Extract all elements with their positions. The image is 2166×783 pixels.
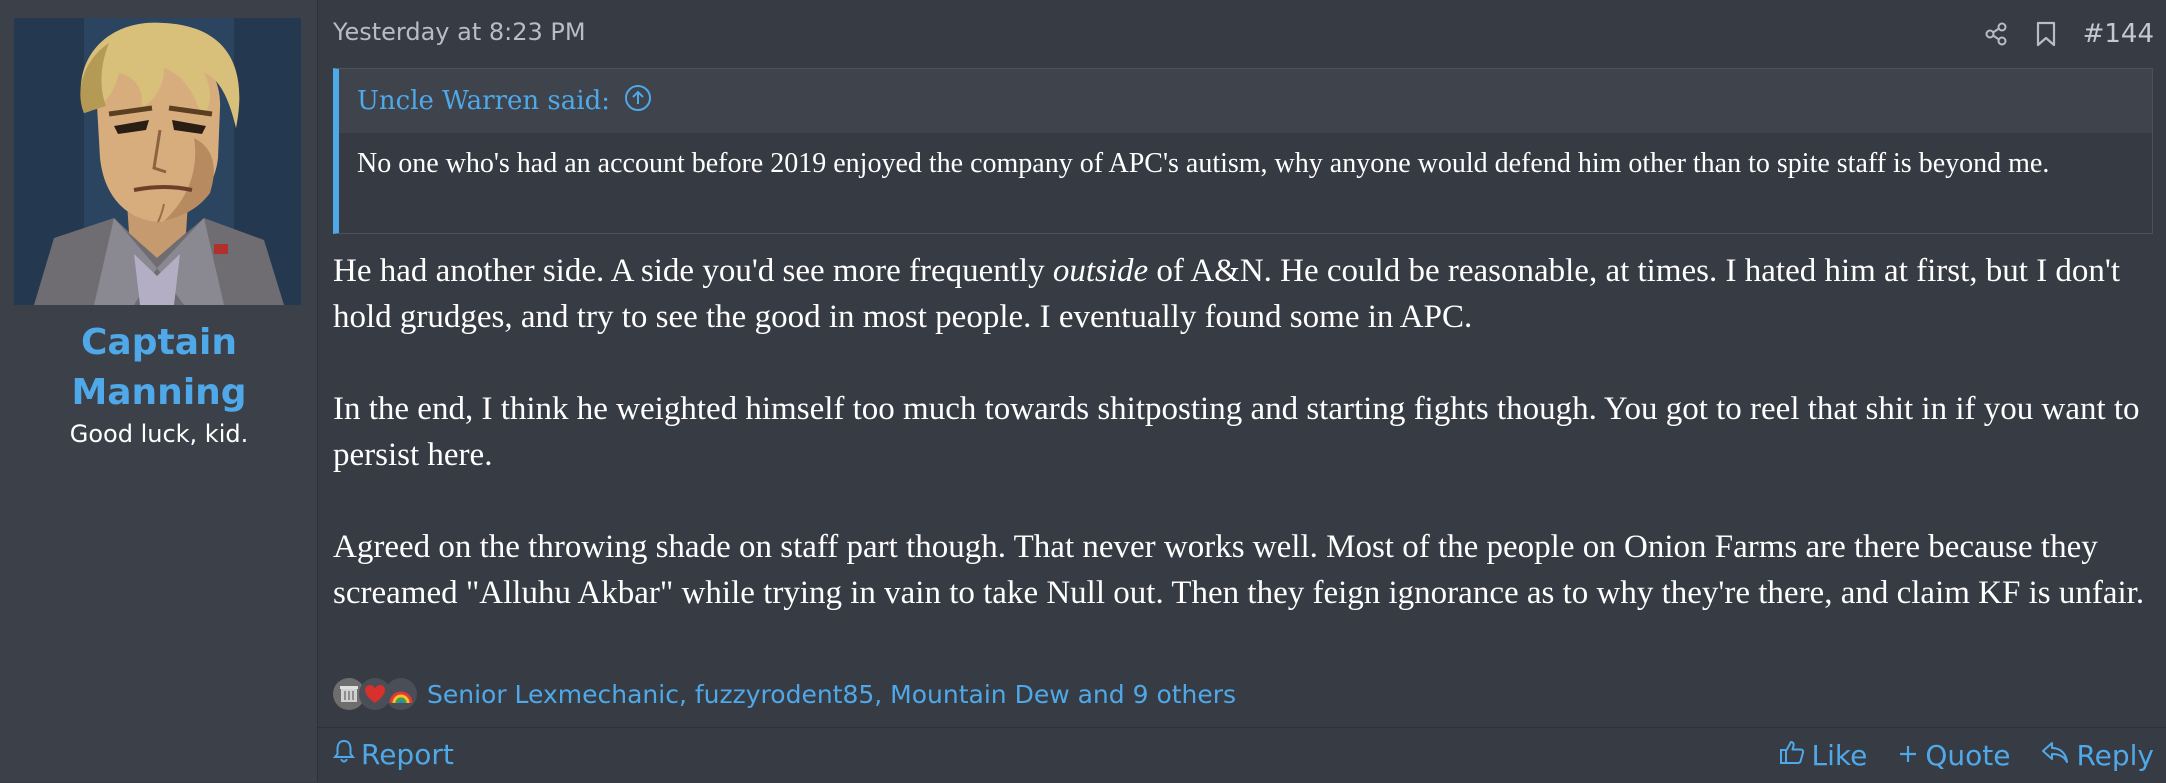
username-line-1[interactable]: Captain: [0, 318, 318, 368]
rainbow-icon[interactable]: [385, 678, 417, 710]
quote-block: Uncle Warren said: No one who's had an a…: [333, 68, 2153, 234]
reaction-users-link[interactable]: Senior Lexmechanic, fuzzyrodent85, Mount…: [421, 680, 1236, 709]
post-actions-right: Like Quote Reply: [1778, 738, 2154, 773]
like-label[interactable]: Like: [1812, 739, 1868, 772]
bookmark-icon[interactable]: [2035, 20, 2057, 48]
username-line-2[interactable]: Manning: [0, 368, 318, 418]
quote-author[interactable]: Uncle Warren said:: [357, 86, 610, 116]
thumbs-up-icon: [1778, 738, 1806, 773]
post-content: He had another side. A side you'd see mo…: [333, 248, 2153, 662]
post-tools: #144: [1983, 14, 2154, 54]
post-paragraph: He had another side. A side you'd see mo…: [333, 248, 2153, 340]
post-paragraph: In the end, I think he weighted himself …: [333, 391, 2140, 473]
post-paragraph: Agreed on the throwing shade on staff pa…: [333, 529, 2145, 611]
share-icon[interactable]: [1983, 21, 2009, 47]
reaction-icons[interactable]: [333, 678, 417, 710]
reply-button[interactable]: Reply: [2040, 739, 2154, 772]
emphasis-text: outside: [1052, 253, 1149, 289]
post-date-link[interactable]: Yesterday at 8:23 PM: [333, 18, 586, 46]
reply-arrow-icon: [2040, 739, 2070, 772]
quote-header[interactable]: Uncle Warren said:: [339, 69, 2152, 133]
user-title: Good luck, kid.: [69, 420, 249, 448]
username-link[interactable]: Captain Manning: [0, 318, 318, 418]
post-footer-actions: Report Like Quote Reply: [318, 727, 2166, 783]
plus-icon: [1897, 739, 1919, 772]
arrow-up-circle-icon[interactable]: [624, 84, 652, 119]
reactions-bar[interactable]: Senior Lexmechanic, fuzzyrodent85, Mount…: [333, 674, 1236, 714]
avatar-portrait-image: [14, 18, 301, 305]
quote-button[interactable]: Quote: [1897, 739, 2010, 772]
reply-label[interactable]: Reply: [2076, 739, 2154, 772]
message-main: Yesterday at 8:23 PM #144 Uncle Warren s…: [318, 0, 2166, 783]
message-user-sidebar: Captain Manning Good luck, kid.: [0, 0, 318, 782]
report-label[interactable]: Report: [361, 738, 454, 771]
user-avatar[interactable]: [14, 18, 301, 305]
report-button[interactable]: Report: [332, 738, 454, 771]
quote-text: No one who's had an account before 2019 …: [339, 133, 2152, 233]
bell-icon: [332, 738, 356, 771]
paragraph-text-before: He had another side. A side you'd see mo…: [333, 253, 1053, 289]
like-button[interactable]: Like: [1778, 738, 1868, 773]
quote-label[interactable]: Quote: [1925, 739, 2010, 772]
post-number-link[interactable]: #144: [2083, 19, 2154, 49]
